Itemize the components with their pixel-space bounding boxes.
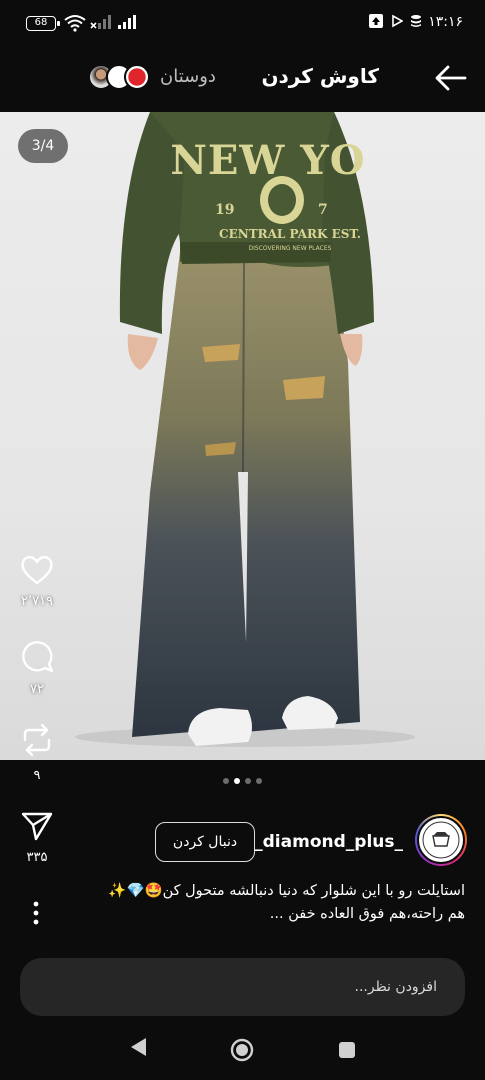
post-photo[interactable]: NEW YO 19 7 CENTRAL PARK EST. DISCOVERIN…: [0, 112, 485, 760]
svg-text:CENTRAL PARK EST.: CENTRAL PARK EST.: [219, 227, 361, 241]
caption-line: هم راحته،هم فوق العاده خفن ...: [269, 906, 465, 922]
diamond-logo-icon: [422, 821, 460, 859]
repost-count: ۹: [33, 768, 41, 783]
repost-icon: [23, 723, 51, 757]
post-info: ۳۳۵ _diamond_plus_ دنبال کردن استایلت رو…: [0, 802, 485, 950]
back-arrow-icon[interactable]: [433, 62, 469, 94]
profile-avatar[interactable]: [415, 814, 467, 866]
friends-avatars[interactable]: [88, 64, 154, 92]
like-button[interactable]: ۲٬۷۱۹: [14, 554, 60, 609]
nav-back-icon[interactable]: [128, 1036, 148, 1058]
carousel-dots: [0, 760, 485, 802]
wifi-icon: [64, 15, 86, 32]
carousel-dot: [256, 778, 262, 784]
upload-notification-icon: [369, 14, 383, 28]
status-bar: 68 ۱۳:۱۶: [0, 0, 485, 44]
svg-text:NEW YO: NEW YO: [170, 137, 365, 184]
post-image: NEW YO 19 7 CENTRAL PARK EST. DISCOVERIN…: [75, 112, 415, 747]
repost-button[interactable]: [14, 722, 60, 760]
heart-icon: [21, 555, 53, 585]
post-caption[interactable]: استایلت رو با این شلوار که دنیا دنبالشه …: [70, 880, 465, 926]
svg-text:DISCOVERING NEW PLACES: DISCOVERING NEW PLACES: [249, 245, 332, 252]
like-count: ۲٬۷۱۹: [20, 594, 54, 609]
comment-bar: [0, 950, 485, 1020]
top-bar: دوستان کاوش کردن: [0, 44, 485, 112]
more-icon[interactable]: [26, 898, 46, 928]
nav-recents-icon[interactable]: [338, 1041, 356, 1059]
nav-home-icon[interactable]: [230, 1038, 254, 1062]
comment-input[interactable]: [20, 958, 465, 1016]
avatar: [124, 64, 150, 90]
follow-button[interactable]: دنبال کردن: [155, 822, 255, 862]
comment-button[interactable]: ۷۲: [14, 638, 60, 697]
system-nav-bar: [0, 1020, 485, 1080]
carousel-dot: [223, 778, 229, 784]
storage-icon: [411, 15, 421, 27]
signal-x-icon: [90, 15, 111, 29]
share-count: ۳۳۵: [26, 850, 48, 865]
profile-logo: [417, 816, 465, 864]
image-counter: 3/4: [18, 129, 68, 163]
svg-text:19: 19: [215, 202, 234, 218]
tab-friends[interactable]: دوستان: [160, 66, 216, 87]
comment-count: ۷۲: [30, 682, 44, 697]
svg-text:7: 7: [318, 202, 328, 218]
carousel-dot-active: [234, 778, 240, 784]
send-icon: [21, 812, 53, 841]
play-notification-icon: [392, 14, 403, 28]
battery-icon: 68: [26, 16, 60, 31]
username[interactable]: _diamond_plus_: [254, 832, 403, 852]
caption-line: استایلت رو با این شلوار که دنیا دنبالشه …: [108, 883, 465, 899]
carousel-dot: [245, 778, 251, 784]
page-title: کاوش کردن: [261, 64, 379, 88]
status-time: ۱۳:۱۶: [428, 14, 463, 30]
comment-icon: [22, 641, 54, 673]
share-button[interactable]: ۳۳۵: [18, 810, 56, 865]
signal-icon: [118, 15, 136, 29]
